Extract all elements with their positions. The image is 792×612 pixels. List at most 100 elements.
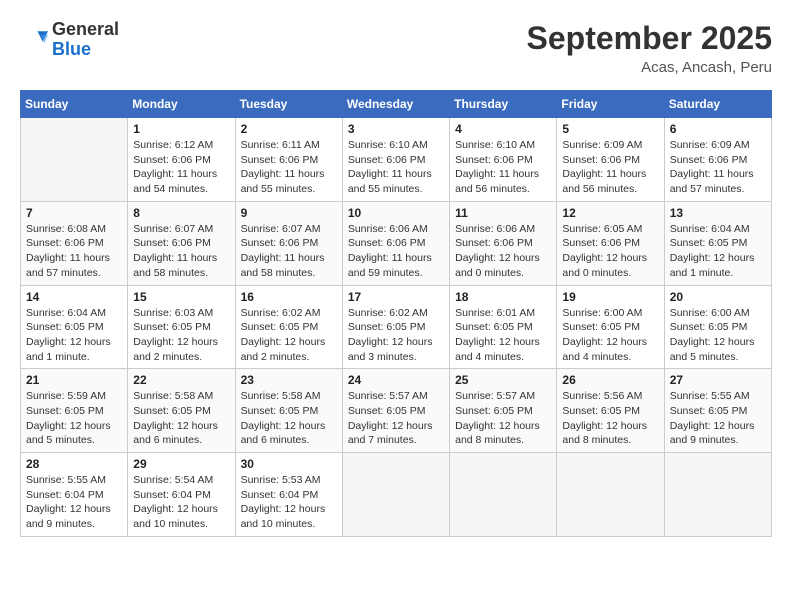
day-info: Sunrise: 6:12 AMSunset: 6:06 PMDaylight:…: [133, 138, 229, 197]
calendar-cell-0-6: 6 Sunrise: 6:09 AMSunset: 6:06 PMDaylight…: [664, 118, 771, 202]
day-number: 8: [133, 206, 229, 220]
calendar-cell-1-1: 8Sunrise: 6:07 AMSunset: 6:06 PMDaylight…: [128, 201, 235, 285]
day-info: Sunrise: 5:57 AMSunset: 6:05 PMDaylight:…: [348, 389, 444, 448]
day-info: Sunrise: 6:07 AMSunset: 6:06 PMDaylight:…: [241, 222, 337, 281]
day-number: 22: [133, 373, 229, 387]
calendar-cell-4-2: 30Sunrise: 5:53 AMSunset: 6:04 PMDayligh…: [235, 453, 342, 537]
day-info: Sunrise: 6:10 AMSunset: 6:06 PMDaylight:…: [348, 138, 444, 197]
calendar-cell-1-3: 10 Sunrise: 6:06 AMSunset: 6:06 PMDayligh…: [342, 201, 449, 285]
calendar-cell-2-5: 19 Sunrise: 6:00 AMSunset: 6:05 PMDayligh…: [557, 285, 664, 369]
day-info: Sunrise: 6:09 AMSunset: 6:06 PMDaylight:…: [670, 138, 766, 197]
day-info: Sunrise: 6:04 AMSunset: 6:05 PMDaylight:…: [670, 222, 766, 281]
calendar-cell-3-1: 22 Sunrise: 5:58 AMSunset: 6:05 PMDayligh…: [128, 369, 235, 453]
calendar-cell-1-4: 11Sunrise: 6:06 AMSunset: 6:06 PMDayligh…: [450, 201, 557, 285]
logo-blue-text: Blue: [52, 39, 91, 59]
calendar-cell-2-2: 16 Sunrise: 6:02 AMSunset: 6:05 PMDayligh…: [235, 285, 342, 369]
day-number: 17: [348, 290, 444, 304]
day-number: 19: [562, 290, 658, 304]
day-info: Sunrise: 6:10 AMSunset: 6:06 PMDaylight:…: [455, 138, 551, 197]
calendar-cell-0-4: 4 Sunrise: 6:10 AMSunset: 6:06 PMDaylight…: [450, 118, 557, 202]
calendar-cell-3-0: 21Sunrise: 5:59 AMSunset: 6:05 PMDayligh…: [21, 369, 128, 453]
day-info: Sunrise: 5:58 AMSunset: 6:05 PMDaylight:…: [241, 389, 337, 448]
header-saturday: Saturday: [664, 91, 771, 118]
day-info: Sunrise: 6:00 AMSunset: 6:05 PMDaylight:…: [562, 306, 658, 365]
day-number: 20: [670, 290, 766, 304]
header-thursday: Thursday: [450, 91, 557, 118]
day-info: Sunrise: 5:55 AMSunset: 6:04 PMDaylight:…: [26, 473, 122, 532]
header-sunday: Sunday: [21, 91, 128, 118]
day-number: 26: [562, 373, 658, 387]
day-number: 4: [455, 122, 551, 136]
day-info: Sunrise: 6:06 AMSunset: 6:06 PMDaylight:…: [348, 222, 444, 281]
day-number: 18: [455, 290, 551, 304]
day-number: 28: [26, 457, 122, 471]
day-info: Sunrise: 6:09 AMSunset: 6:06 PMDaylight:…: [562, 138, 658, 197]
header: General Blue September 2025 Acas, Ancash…: [20, 20, 772, 76]
calendar-cell-3-4: 25 Sunrise: 5:57 AMSunset: 6:05 PMDayligh…: [450, 369, 557, 453]
logo-icon: [20, 26, 48, 54]
day-number: 13: [670, 206, 766, 220]
day-number: 7: [26, 206, 122, 220]
day-info: Sunrise: 5:56 AMSunset: 6:05 PMDaylight:…: [562, 389, 658, 448]
week-row-2: 14 Sunrise: 6:04 AMSunset: 6:05 PMDayligh…: [21, 285, 772, 369]
calendar-cell-1-6: 13 Sunrise: 6:04 AMSunset: 6:05 PMDayligh…: [664, 201, 771, 285]
day-number: 10: [348, 206, 444, 220]
day-info: Sunrise: 6:05 AMSunset: 6:06 PMDaylight:…: [562, 222, 658, 281]
calendar-cell-0-2: 2Sunrise: 6:11 AMSunset: 6:06 PMDaylight…: [235, 118, 342, 202]
calendar-cell-3-2: 23 Sunrise: 5:58 AMSunset: 6:05 PMDayligh…: [235, 369, 342, 453]
header-wednesday: Wednesday: [342, 91, 449, 118]
day-number: 24: [348, 373, 444, 387]
month-title: September 2025: [527, 20, 772, 57]
calendar-cell-4-1: 29 Sunrise: 5:54 AMSunset: 6:04 PMDayligh…: [128, 453, 235, 537]
day-number: 2: [241, 122, 337, 136]
day-number: 25: [455, 373, 551, 387]
logo: General Blue: [20, 20, 119, 60]
day-info: Sunrise: 6:04 AMSunset: 6:05 PMDaylight:…: [26, 306, 122, 365]
week-row-3: 21Sunrise: 5:59 AMSunset: 6:05 PMDayligh…: [21, 369, 772, 453]
calendar-cell-2-1: 15 Sunrise: 6:03 AMSunset: 6:05 PMDayligh…: [128, 285, 235, 369]
day-info: Sunrise: 6:08 AMSunset: 6:06 PMDaylight:…: [26, 222, 122, 281]
calendar-cell-4-5: [557, 453, 664, 537]
day-info: Sunrise: 6:03 AMSunset: 6:05 PMDaylight:…: [133, 306, 229, 365]
calendar-cell-3-5: 26 Sunrise: 5:56 AMSunset: 6:05 PMDayligh…: [557, 369, 664, 453]
logo-text: General Blue: [52, 20, 119, 60]
week-row-1: 7 Sunrise: 6:08 AMSunset: 6:06 PMDaylight…: [21, 201, 772, 285]
calendar-cell-2-6: 20Sunrise: 6:00 AMSunset: 6:05 PMDayligh…: [664, 285, 771, 369]
calendar-cell-4-6: [664, 453, 771, 537]
day-number: 27: [670, 373, 766, 387]
header-monday: Monday: [128, 91, 235, 118]
day-number: 3: [348, 122, 444, 136]
header-friday: Friday: [557, 91, 664, 118]
calendar-cell-4-0: 28 Sunrise: 5:55 AMSunset: 6:04 PMDayligh…: [21, 453, 128, 537]
day-number: 14: [26, 290, 122, 304]
day-info: Sunrise: 6:02 AMSunset: 6:05 PMDaylight:…: [241, 306, 337, 365]
day-number: 21: [26, 373, 122, 387]
day-number: 23: [241, 373, 337, 387]
day-info: Sunrise: 5:53 AMSunset: 6:04 PMDaylight:…: [241, 473, 337, 532]
day-info: Sunrise: 5:54 AMSunset: 6:04 PMDaylight:…: [133, 473, 229, 532]
week-row-4: 28 Sunrise: 5:55 AMSunset: 6:04 PMDayligh…: [21, 453, 772, 537]
day-number: 11: [455, 206, 551, 220]
calendar-cell-3-6: 27Sunrise: 5:55 AMSunset: 6:05 PMDayligh…: [664, 369, 771, 453]
calendar-cell-2-4: 18Sunrise: 6:01 AMSunset: 6:05 PMDayligh…: [450, 285, 557, 369]
day-number: 15: [133, 290, 229, 304]
week-row-0: 1Sunrise: 6:12 AMSunset: 6:06 PMDaylight…: [21, 118, 772, 202]
calendar-cell-3-3: 24 Sunrise: 5:57 AMSunset: 6:05 PMDayligh…: [342, 369, 449, 453]
logo-general-text: General: [52, 19, 119, 39]
day-number: 6: [670, 122, 766, 136]
day-info: Sunrise: 6:02 AMSunset: 6:05 PMDaylight:…: [348, 306, 444, 365]
day-number: 16: [241, 290, 337, 304]
day-info: Sunrise: 5:57 AMSunset: 6:05 PMDaylight:…: [455, 389, 551, 448]
day-number: 29: [133, 457, 229, 471]
calendar-cell-0-5: 5Sunrise: 6:09 AMSunset: 6:06 PMDaylight…: [557, 118, 664, 202]
header-tuesday: Tuesday: [235, 91, 342, 118]
calendar-body: 1Sunrise: 6:12 AMSunset: 6:06 PMDaylight…: [21, 118, 772, 537]
page: General Blue September 2025 Acas, Ancash…: [0, 0, 792, 612]
location: Acas, Ancash, Peru: [527, 59, 772, 76]
calendar-cell-1-0: 7 Sunrise: 6:08 AMSunset: 6:06 PMDaylight…: [21, 201, 128, 285]
calendar-table: Sunday Monday Tuesday Wednesday Thursday…: [20, 90, 772, 537]
day-number: 12: [562, 206, 658, 220]
calendar-cell-0-1: 1Sunrise: 6:12 AMSunset: 6:06 PMDaylight…: [128, 118, 235, 202]
calendar-cell-2-0: 14 Sunrise: 6:04 AMSunset: 6:05 PMDayligh…: [21, 285, 128, 369]
day-info: Sunrise: 5:58 AMSunset: 6:05 PMDaylight:…: [133, 389, 229, 448]
